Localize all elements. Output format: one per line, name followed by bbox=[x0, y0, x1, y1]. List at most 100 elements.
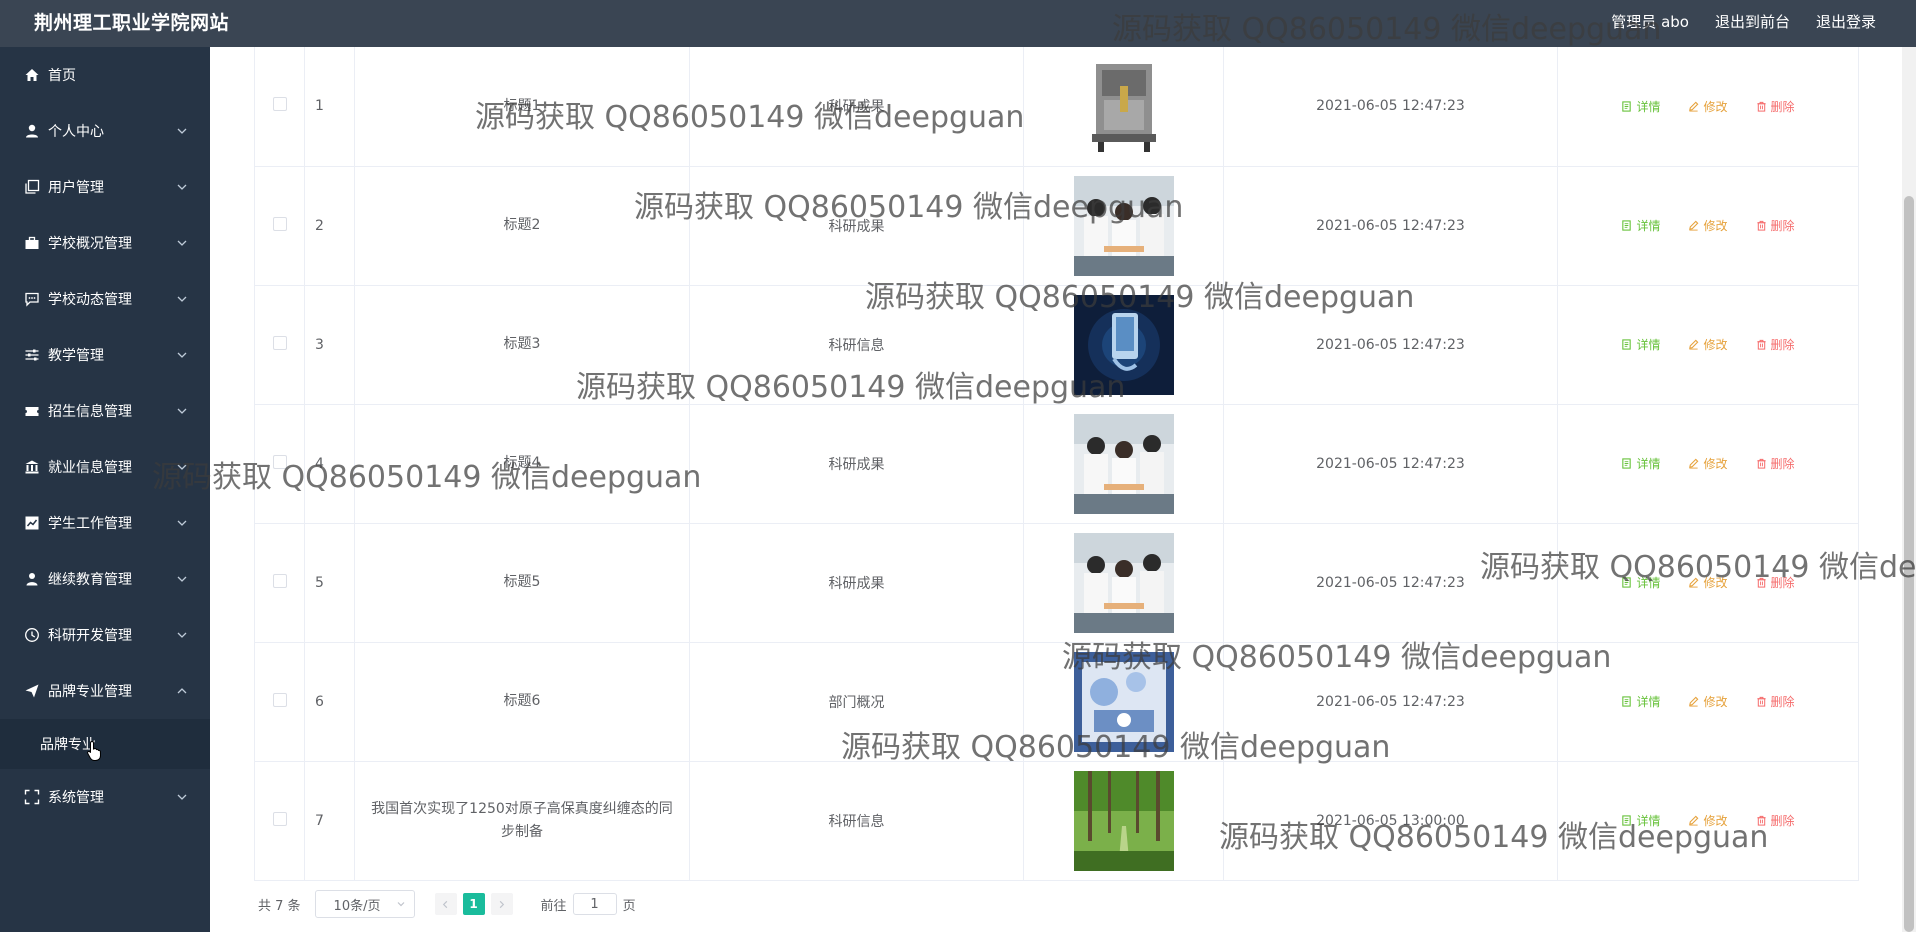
table-row: 3 标题3 科研信息 2021-06-05 12:47:23 详情 修改 删除 bbox=[254, 284, 1859, 405]
sidebar-item-employment[interactable]: 就业信息管理 bbox=[0, 439, 210, 495]
detail-button[interactable]: 详情 bbox=[1621, 455, 1660, 472]
delete-button[interactable]: 删除 bbox=[1756, 98, 1795, 115]
delete-button[interactable]: 删除 bbox=[1756, 812, 1795, 829]
row-checkbox-cell bbox=[254, 641, 305, 762]
edit-button[interactable]: 修改 bbox=[1688, 98, 1728, 115]
document-icon bbox=[1622, 220, 1632, 231]
sidebar-item-admissions[interactable]: 招生信息管理 bbox=[0, 383, 210, 439]
row-checkbox[interactable] bbox=[272, 216, 287, 231]
row-time: 2021-06-05 12:47:23 bbox=[1223, 403, 1558, 524]
row-checkbox[interactable] bbox=[272, 335, 287, 350]
detail-button[interactable]: 详情 bbox=[1621, 812, 1660, 829]
row-checkbox[interactable] bbox=[272, 811, 287, 826]
prev-page-button[interactable] bbox=[434, 893, 457, 915]
chevron-down-icon bbox=[177, 520, 187, 526]
row-checkbox-cell bbox=[254, 760, 305, 881]
edit-icon bbox=[1689, 220, 1699, 231]
row-checkbox[interactable] bbox=[272, 97, 287, 112]
row-thumbnail[interactable] bbox=[1073, 770, 1174, 871]
chevron-down-icon bbox=[177, 632, 187, 638]
edit-button[interactable]: 修改 bbox=[1688, 574, 1728, 591]
detail-button[interactable]: 详情 bbox=[1621, 336, 1660, 353]
scrollbar-thumb[interactable] bbox=[1904, 196, 1914, 932]
edit-label: 修改 bbox=[1703, 576, 1728, 590]
sidebar-item-users[interactable]: 用户管理 bbox=[0, 159, 210, 215]
hand-cursor-icon bbox=[87, 740, 102, 761]
detail-button[interactable]: 详情 bbox=[1621, 217, 1660, 234]
row-time: 2021-06-05 12:47:23 bbox=[1223, 522, 1558, 643]
goto-page-input[interactable]: 1 bbox=[572, 893, 617, 915]
row-index: 6 bbox=[304, 641, 355, 762]
chevron-right-icon bbox=[499, 900, 505, 908]
sidebar-item-teaching[interactable]: 教学管理 bbox=[0, 327, 210, 383]
sidebar-item-label: 用户管理 bbox=[48, 180, 104, 196]
delete-button[interactable]: 删除 bbox=[1756, 455, 1795, 472]
edit-label: 修改 bbox=[1703, 814, 1728, 828]
bank-icon bbox=[24, 459, 40, 475]
row-checkbox[interactable] bbox=[272, 573, 287, 588]
logout-link[interactable]: 退出登录 bbox=[1816, 0, 1876, 44]
row-checkbox[interactable] bbox=[272, 692, 287, 707]
front-link[interactable]: 退出到前台 bbox=[1715, 0, 1790, 44]
row-type: 科研成果 bbox=[689, 522, 1024, 643]
delete-button[interactable]: 删除 bbox=[1756, 336, 1795, 353]
row-actions: 详情 修改 删除 bbox=[1557, 284, 1859, 405]
sidebar-item-label: 首页 bbox=[48, 68, 76, 84]
delete-button[interactable]: 删除 bbox=[1756, 217, 1795, 234]
chat-icon bbox=[24, 291, 40, 307]
sidebar-item-school-news[interactable]: 学校动态管理 bbox=[0, 271, 210, 327]
row-image-cell bbox=[1023, 403, 1224, 524]
detail-button[interactable]: 详情 bbox=[1621, 98, 1660, 115]
row-image-cell bbox=[1023, 284, 1224, 405]
next-page-button[interactable] bbox=[490, 893, 513, 915]
row-thumbnail[interactable] bbox=[1073, 651, 1174, 752]
chevron-down-icon bbox=[177, 464, 187, 470]
row-thumbnail[interactable] bbox=[1073, 56, 1174, 157]
row-thumbnail[interactable] bbox=[1073, 175, 1174, 276]
sidebar: 首页 个人中心 用户管理 学校概况管理 学校动态管理 教学管理 招生信息管理 就… bbox=[0, 47, 210, 932]
submenu-item-brand-major[interactable]: 品牌专业 bbox=[0, 719, 210, 769]
edit-button[interactable]: 修改 bbox=[1688, 336, 1728, 353]
detail-button[interactable]: 详情 bbox=[1621, 574, 1660, 591]
chevron-down-icon bbox=[177, 794, 187, 800]
sidebar-item-research[interactable]: 科研开发管理 bbox=[0, 607, 210, 663]
sidebar-item-continuing-ed[interactable]: 继续教育管理 bbox=[0, 551, 210, 607]
detail-label: 详情 bbox=[1636, 814, 1661, 828]
edit-button[interactable]: 修改 bbox=[1688, 217, 1728, 234]
delete-button[interactable]: 删除 bbox=[1756, 693, 1795, 710]
sidebar-item-school-overview[interactable]: 学校概况管理 bbox=[0, 215, 210, 271]
sidebar-item-label: 个人中心 bbox=[48, 124, 104, 140]
sidebar-item-label: 继续教育管理 bbox=[48, 572, 132, 588]
delete-button[interactable]: 删除 bbox=[1756, 574, 1795, 591]
row-image-cell bbox=[1023, 165, 1224, 286]
sidebar-item-system[interactable]: 系统管理 bbox=[0, 769, 210, 825]
row-index: 3 bbox=[304, 284, 355, 405]
edit-icon bbox=[1689, 815, 1699, 826]
page-size-select[interactable]: 10条/页 bbox=[314, 890, 415, 918]
row-type: 科研成果 bbox=[689, 47, 1024, 167]
document-icon bbox=[1622, 577, 1632, 588]
edit-button[interactable]: 修改 bbox=[1688, 812, 1728, 829]
row-type: 科研成果 bbox=[689, 165, 1024, 286]
edit-button[interactable]: 修改 bbox=[1688, 693, 1728, 710]
chevron-down-icon bbox=[177, 184, 187, 190]
delete-label: 删除 bbox=[1770, 814, 1795, 828]
sidebar-item-label: 学生工作管理 bbox=[48, 516, 132, 532]
edit-label: 修改 bbox=[1703, 695, 1728, 709]
edit-label: 修改 bbox=[1703, 338, 1728, 352]
row-thumbnail[interactable] bbox=[1073, 532, 1174, 633]
trash-icon bbox=[1756, 696, 1766, 707]
sidebar-item-home[interactable]: 首页 bbox=[0, 47, 210, 103]
row-checkbox[interactable] bbox=[272, 454, 287, 469]
chevron-down-icon bbox=[177, 296, 187, 302]
row-thumbnail[interactable] bbox=[1073, 413, 1174, 514]
detail-button[interactable]: 详情 bbox=[1621, 693, 1660, 710]
edit-button[interactable]: 修改 bbox=[1688, 455, 1728, 472]
chevron-down-icon bbox=[177, 240, 187, 246]
sidebar-item-brand-majors[interactable]: 品牌专业管理 bbox=[0, 663, 210, 719]
sidebar-item-profile[interactable]: 个人中心 bbox=[0, 103, 210, 159]
row-thumbnail[interactable] bbox=[1073, 294, 1174, 395]
sidebar-item-student-work[interactable]: 学生工作管理 bbox=[0, 495, 210, 551]
page-number-button[interactable]: 1 bbox=[462, 893, 485, 915]
delete-label: 删除 bbox=[1770, 338, 1795, 352]
